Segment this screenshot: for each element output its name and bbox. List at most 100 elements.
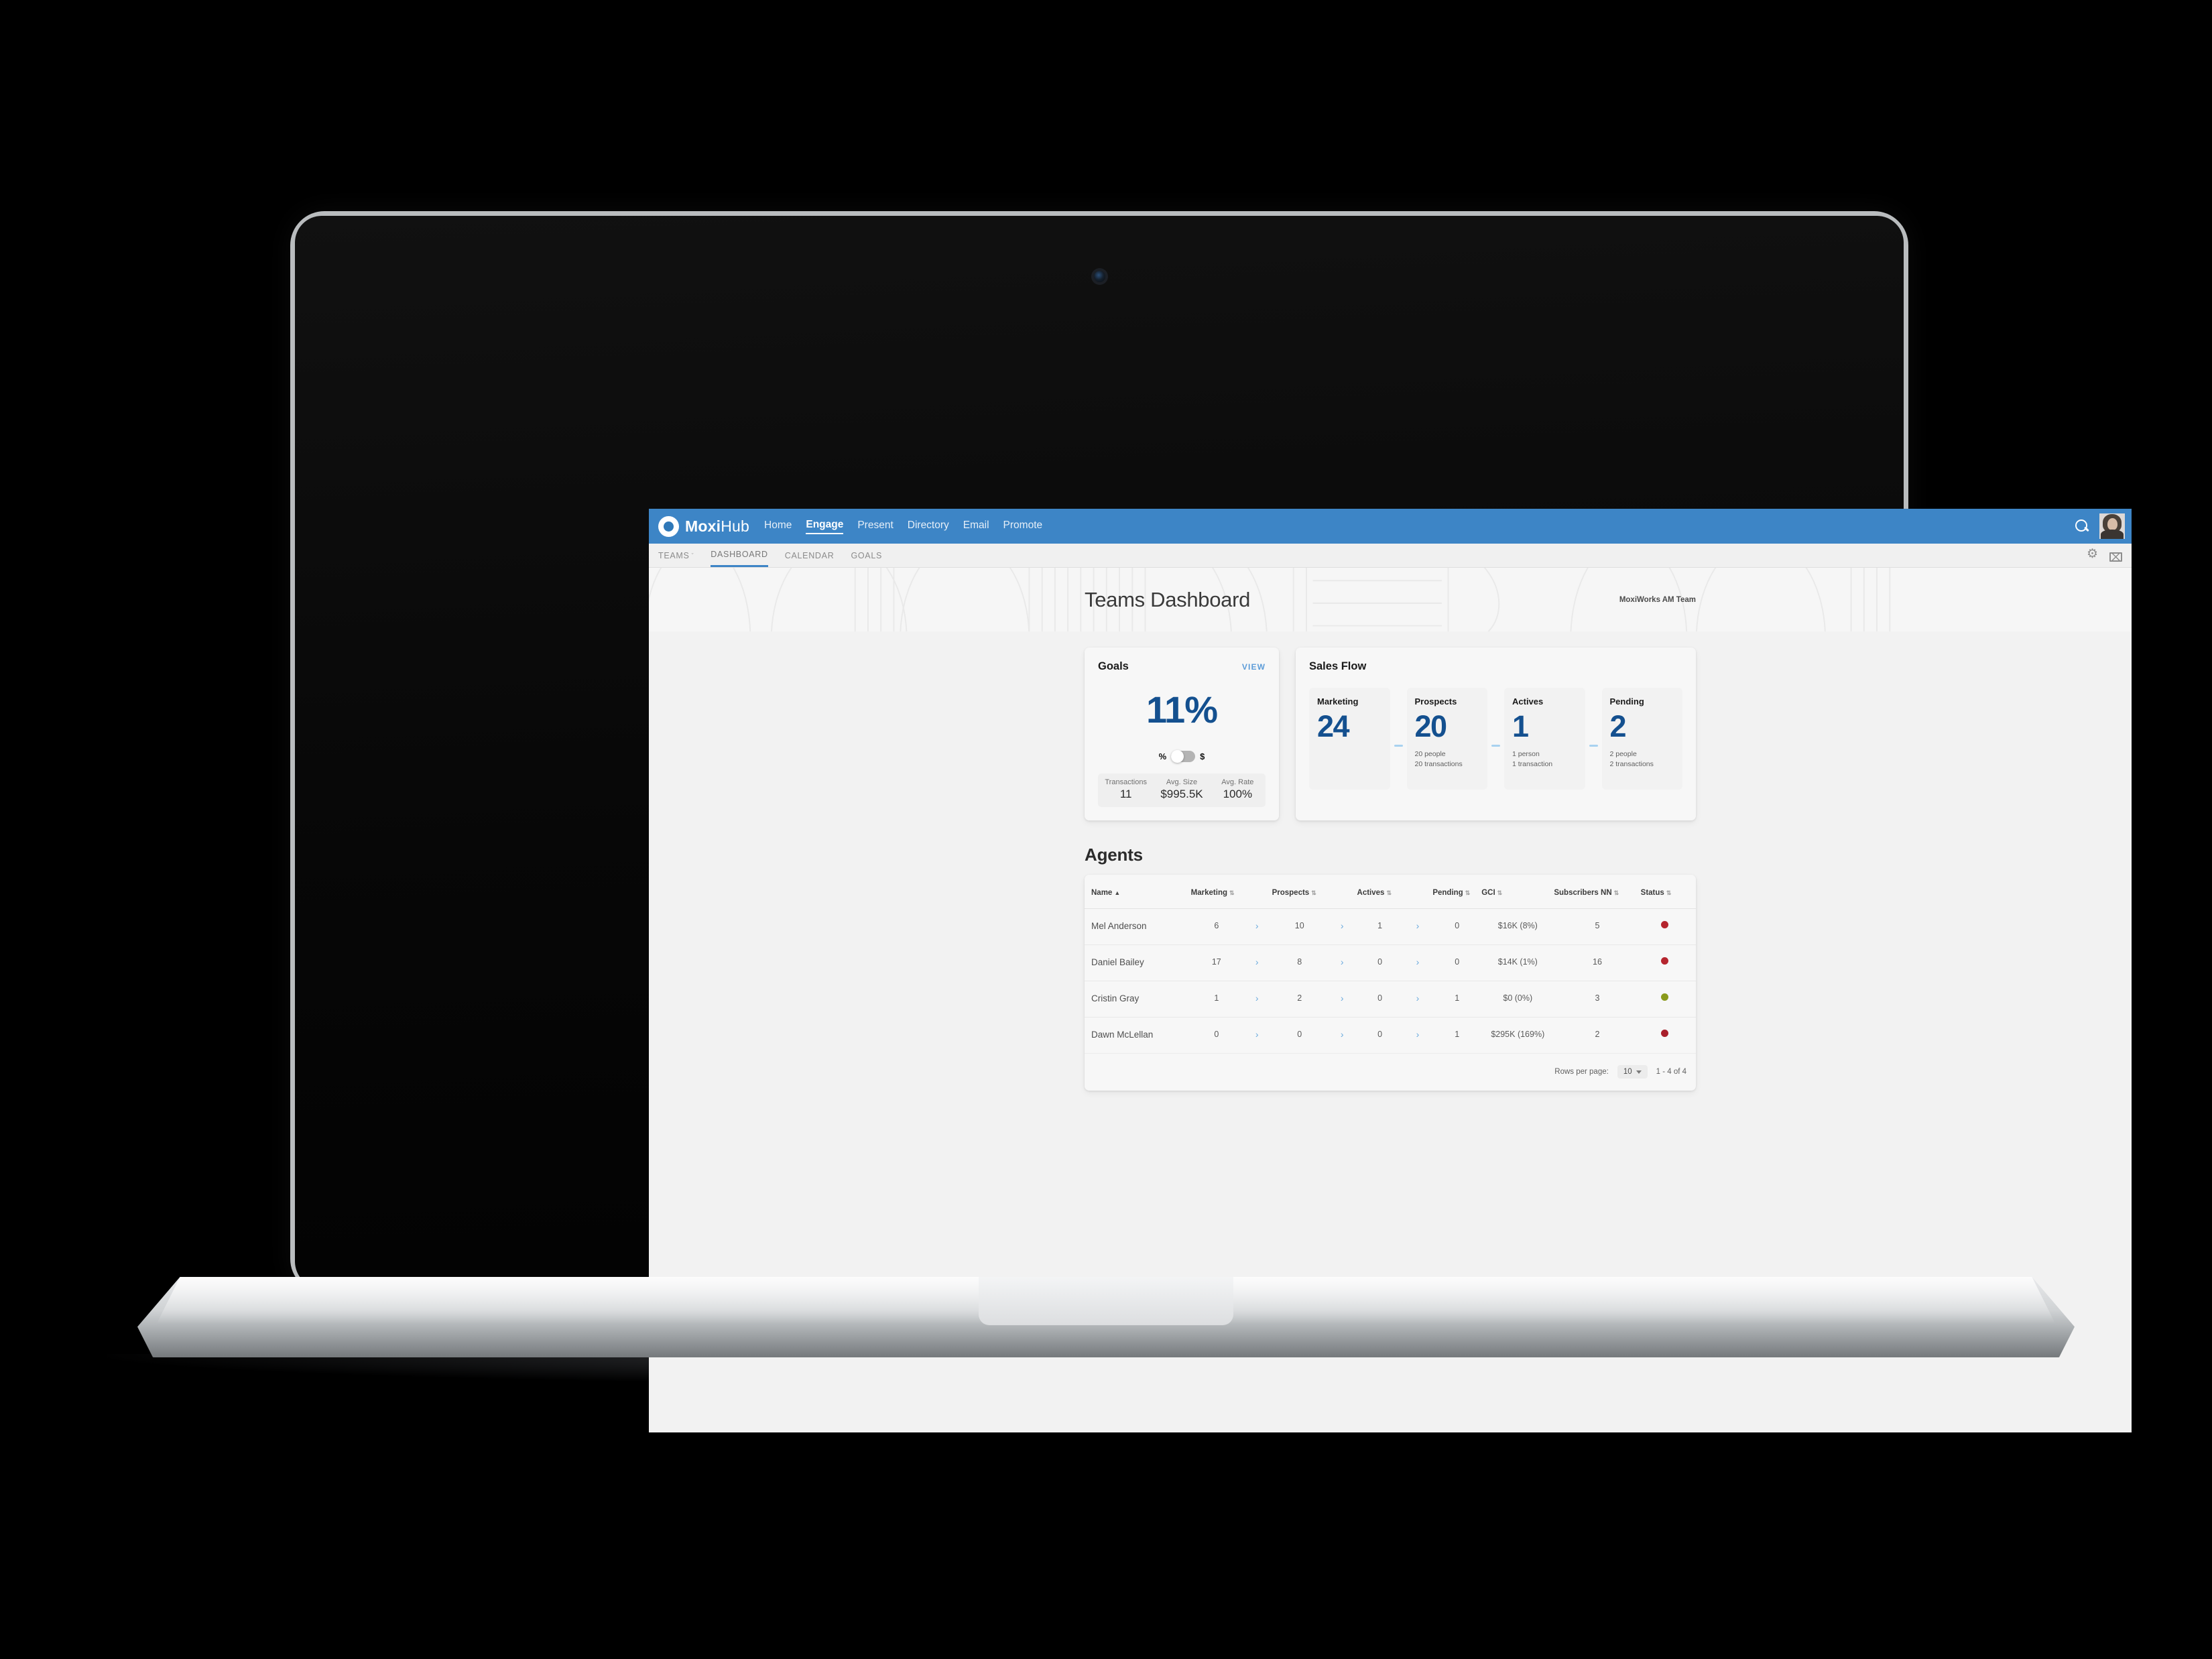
column-header-subscribers[interactable]: Subscribers NN ⇅ <box>1554 875 1641 909</box>
cell-marketing: 0 <box>1190 1017 1242 1054</box>
column-header-status[interactable]: Status ⇅ <box>1640 875 1696 909</box>
chevron-right-icon[interactable]: › <box>1327 944 1357 981</box>
flow-step-number: 1 <box>1512 709 1529 743</box>
status-badge <box>1661 921 1669 928</box>
tab-dashboard[interactable]: DASHBOARD <box>711 544 768 567</box>
table-row[interactable]: Daniel Bailey 17 › 8 › 0 › 0 $14K (1%) 1… <box>1085 944 1696 981</box>
cell-pending: 1 <box>1432 1017 1482 1054</box>
sort-icon: ⇅ <box>1497 889 1503 896</box>
flow-connector <box>1589 744 1598 747</box>
chevron-right-icon[interactable]: › <box>1402 908 1433 945</box>
column-header-prospects[interactable]: Prospects ⇅ <box>1272 875 1327 909</box>
chevron-right-icon[interactable]: › <box>1327 908 1357 945</box>
stat-value: $995.5K <box>1160 788 1203 800</box>
flow-connector <box>1491 744 1500 747</box>
search-icon[interactable] <box>2074 518 2090 534</box>
flow-step-number: 24 <box>1317 709 1350 743</box>
chevron-right-icon[interactable]: › <box>1327 981 1357 1018</box>
cell-prospects: 2 <box>1272 981 1327 1018</box>
goals-card: Goals VIEW 11% % $ Transactions 11 Avg. … <box>1085 648 1279 820</box>
cell-gci: $0 (0%) <box>1481 981 1554 1018</box>
goals-percent-value: 11% <box>1146 688 1218 731</box>
moxi-ring-logo-icon <box>658 515 679 537</box>
stat-label: Transactions <box>1105 778 1147 786</box>
chevron-right-icon[interactable]: › <box>1241 981 1272 1018</box>
toggle-switch[interactable] <box>1171 750 1196 763</box>
flow-step-marketing[interactable]: Marketing 24 <box>1309 688 1390 790</box>
chevron-right-icon[interactable]: › <box>1402 944 1433 981</box>
flow-step-prospects[interactable]: Prospects 20 20 people 20 transactions <box>1406 688 1487 790</box>
cell-name[interactable]: Cristin Gray <box>1085 981 1191 1018</box>
cell-name[interactable]: Dawn McLellan <box>1085 1017 1191 1054</box>
stat-avg-rate: Avg. Rate 100% <box>1210 778 1266 801</box>
chevron-right-icon[interactable]: › <box>1241 908 1272 945</box>
cell-status <box>1640 981 1696 1018</box>
goals-view-link[interactable]: VIEW <box>1242 662 1266 672</box>
app-header: MoxiHub Home Engage Present Directory Em… <box>649 509 2132 544</box>
table-row[interactable]: Mel Anderson 6 › 10 › 1 › 0 $16K (8%) 5 <box>1085 908 1696 945</box>
cell-actives: 0 <box>1357 981 1403 1018</box>
rows-per-page-value: 10 <box>1623 1068 1632 1076</box>
flow-step-detail: 20 people 20 transactions <box>1415 749 1480 770</box>
flow-step-detail: 1 person 1 transaction <box>1512 749 1577 770</box>
agents-table-card: Name ▲ Marketing ⇅ Prospects ⇅ Actives ⇅ Pen… <box>1085 875 1696 1091</box>
brand-logo[interactable]: MoxiHub <box>658 515 749 537</box>
header-actions <box>2074 513 2132 539</box>
column-spacer-2 <box>1327 875 1357 909</box>
nav-item-email[interactable]: Email <box>963 519 989 534</box>
cell-subscribers: 5 <box>1554 908 1641 945</box>
nav-item-directory[interactable]: Directory <box>908 519 949 534</box>
cell-pending: 1 <box>1432 981 1482 1018</box>
cell-name[interactable]: Mel Anderson <box>1085 908 1191 945</box>
goals-unit-toggle[interactable]: % $ <box>1098 750 1266 763</box>
column-header-pending[interactable]: Pending ⇅ <box>1432 875 1482 909</box>
sort-icon: ⇅ <box>1311 889 1316 896</box>
status-badge <box>1661 993 1669 1001</box>
table-row[interactable]: Dawn McLellan 0 › 0 › 0 › 1 $295K (169%) <box>1085 1017 1696 1054</box>
cell-prospects: 0 <box>1272 1017 1327 1054</box>
table-header: Name ▲ Marketing ⇅ Prospects ⇅ Actives ⇅ Pen… <box>1085 875 1696 909</box>
brand-name-light: Hub <box>721 517 749 535</box>
chevron-right-icon[interactable]: › <box>1402 1017 1433 1054</box>
cell-prospects: 10 <box>1272 908 1327 945</box>
cell-name[interactable]: Daniel Bailey <box>1085 944 1191 981</box>
main-content: Goals VIEW 11% % $ Transactions 11 Avg. … <box>1082 648 1699 1091</box>
rows-per-page-select[interactable]: 10 <box>1617 1065 1648 1079</box>
chevron-right-icon[interactable]: › <box>1241 1017 1272 1054</box>
tab-calendar[interactable]: CALENDAR <box>785 544 835 567</box>
table-row[interactable]: Cristin Gray 1 › 2 › 0 › 1 $0 (0%) 3 <box>1085 981 1696 1018</box>
flow-step-detail: 2 people 2 transactions <box>1610 749 1675 770</box>
sidebar-item-teams[interactable]: TEAMS ˇ <box>658 544 694 567</box>
flow-step-pending[interactable]: Pending 2 2 people 2 transactions <box>1601 688 1682 790</box>
cell-marketing: 1 <box>1190 981 1242 1018</box>
chevron-right-icon[interactable]: › <box>1241 944 1272 981</box>
tab-goals[interactable]: GOALS <box>851 544 882 567</box>
laptop-lid: MoxiHub Home Engage Present Directory Em… <box>295 216 2132 1432</box>
column-header-name[interactable]: Name ▲ <box>1085 875 1191 909</box>
cell-status <box>1640 908 1696 945</box>
pagination-range: 1 - 4 of 4 <box>1656 1068 1686 1076</box>
cell-actives: 1 <box>1357 908 1403 945</box>
screenshot-stage: MoxiHub Home Engage Present Directory Em… <box>0 0 2212 1659</box>
nav-item-engage[interactable]: Engage <box>806 519 844 534</box>
sales-flow-steps: Marketing 24 Prospects 20 20 people 20 t… <box>1309 688 1682 790</box>
nav-item-promote[interactable]: Promote <box>1003 519 1043 534</box>
flow-step-actives[interactable]: Actives 1 1 person 1 transaction <box>1504 688 1585 790</box>
chevron-right-icon[interactable]: › <box>1402 981 1433 1018</box>
stat-label: Avg. Rate <box>1221 778 1254 786</box>
gear-icon[interactable] <box>2087 548 2098 562</box>
column-header-actives[interactable]: Actives ⇅ <box>1357 875 1403 909</box>
nav-item-present[interactable]: Present <box>857 519 893 534</box>
flow-step-people: 2 people <box>1609 749 1637 758</box>
subnav-label-teams: TEAMS <box>658 550 690 560</box>
column-header-marketing[interactable]: Marketing ⇅ <box>1190 875 1242 909</box>
chevron-right-icon[interactable]: › <box>1327 1017 1357 1054</box>
primary-nav: Home Engage Present Directory Email Prom… <box>764 519 1042 534</box>
mail-icon[interactable] <box>2109 552 2122 562</box>
nav-item-home[interactable]: Home <box>764 519 792 534</box>
sort-icon: ⇅ <box>1613 889 1619 896</box>
toggle-label-percent: % <box>1158 751 1167 761</box>
column-spacer-3 <box>1402 875 1433 909</box>
avatar[interactable] <box>2099 513 2125 539</box>
column-header-gci[interactable]: GCI ⇅ <box>1481 875 1554 909</box>
